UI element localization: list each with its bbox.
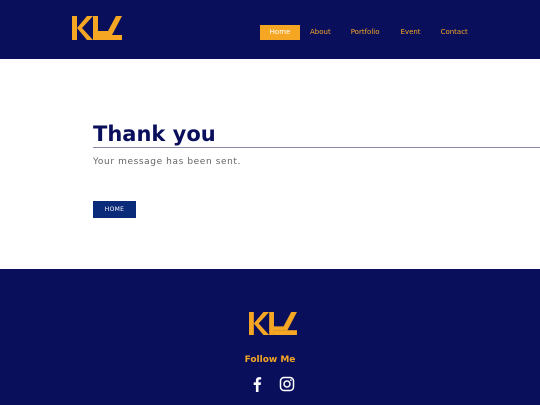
site-header: Home About Portfolio Event Contact xyxy=(0,0,540,59)
title-divider xyxy=(93,147,540,148)
nav-contact[interactable]: Contact xyxy=(441,25,468,40)
follow-me-label: Follow Me xyxy=(244,355,296,365)
site-footer: Follow Me xyxy=(0,269,540,405)
facebook-icon xyxy=(253,377,262,392)
nav-home[interactable]: Home xyxy=(260,25,300,40)
instagram-icon xyxy=(279,376,295,392)
nav-event[interactable]: Event xyxy=(401,25,421,40)
page-title: Thank you xyxy=(93,122,216,146)
main-nav: Home About Portfolio Event Contact xyxy=(260,25,468,40)
nav-about[interactable]: About xyxy=(310,25,331,40)
main-content: Thank you Your message has been sent. HO… xyxy=(0,59,540,269)
confirmation-message: Your message has been sent. xyxy=(93,157,242,167)
home-button[interactable]: HOME xyxy=(93,201,136,218)
instagram-link[interactable] xyxy=(279,376,295,392)
kl-logo[interactable] xyxy=(72,16,122,40)
facebook-link[interactable] xyxy=(249,376,265,392)
kl-logo-footer[interactable] xyxy=(248,312,298,335)
nav-portfolio[interactable]: Portfolio xyxy=(351,25,380,40)
